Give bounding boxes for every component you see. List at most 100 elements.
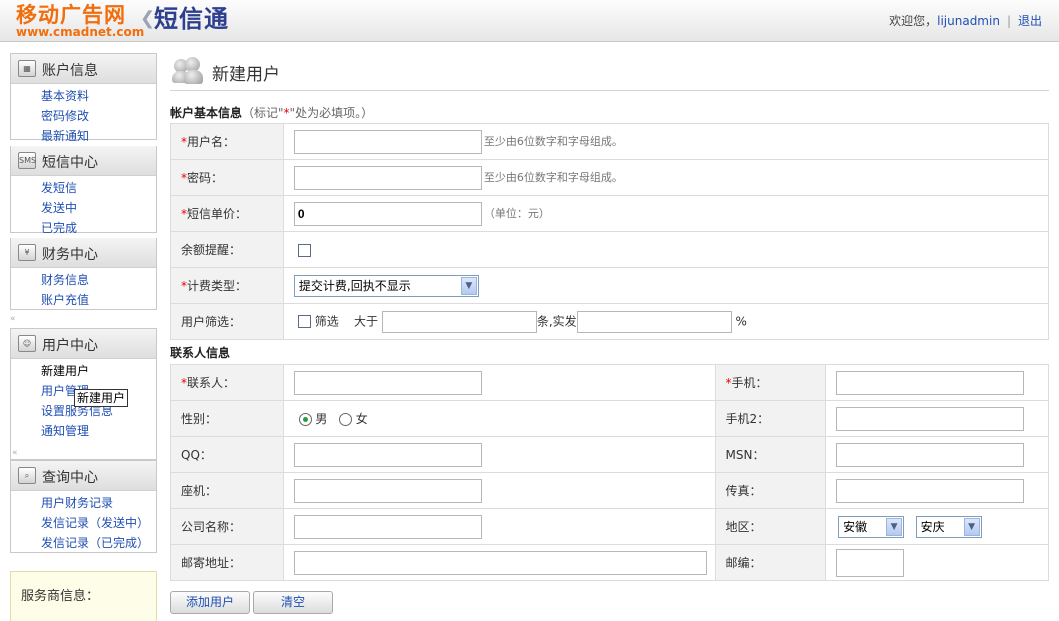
chevron-left-icon: ❮ [140,8,156,29]
password-hint: 至少由6位数字和字母组成。 [483,171,623,184]
page-header: 新建用户 [170,53,1049,91]
sidebar-item-new-user[interactable]: 新建用户 [41,361,156,381]
contact-form-table: *联系人： *手机： 性别： 男 女 手机2： QQ： MSN： 座机： 传真：… [170,364,1049,581]
balance-alert-checkbox[interactable] [297,243,311,257]
sidebar-section-title: 短信中心 [42,155,98,171]
sidebar-section-header[interactable]: ☺ 用户中心 [11,329,156,359]
sidebar-item-latest-notice[interactable]: 最新通知 [41,126,156,146]
unit-price-label: 短信单价： [187,207,248,221]
page-title: 新建用户 [212,65,280,85]
logout-link[interactable]: 退出 [1018,14,1042,28]
tooltip: 新建用户 [74,389,129,407]
postcode-input[interactable] [836,548,905,577]
qq-input[interactable] [293,442,482,467]
company-input[interactable] [293,514,482,539]
province-select[interactable]: 安徽 ▼ [838,515,905,538]
separator: | [1006,14,1011,28]
unit-price-hint: （单位：元） [483,207,550,220]
site-logo-url: www.cmadnet.com [16,25,145,39]
site-logo-text: 移动广告网 [16,3,126,27]
sidebar-section-header[interactable]: ⌕ 查询中心 [11,461,156,491]
sidebar-section-title: 用户中心 [42,338,98,354]
contact-person-input[interactable] [293,370,482,395]
greater-than-label: 大于 [353,314,378,328]
qq-label: QQ： [170,436,284,473]
account-form-table: *用户名： 至少由6位数字和字母组成。 *密码： 至少由6位数字和字母组成。 *… [170,123,1050,340]
gender-label: 性别： [170,400,284,437]
username-input[interactable] [293,129,482,154]
password-input[interactable] [293,165,482,190]
sidebar-item-basic-info[interactable]: 基本资料 [41,86,156,106]
note-suffix: "处为必填项。） [289,106,374,120]
gender-male-radio[interactable] [298,413,312,426]
sidebar-section-header[interactable]: ¥ 财务中心 [11,238,156,268]
user-filter-label: 用户筛选： [170,303,284,340]
landline-label: 座机： [170,472,284,509]
mobile2-input[interactable] [836,406,1025,431]
filter-checkbox[interactable] [297,315,311,328]
username-link[interactable]: lijunadmin [937,14,1000,28]
sidebar-item-sending-records[interactable]: 发信记录（发送中） [41,513,156,533]
count-unit-label: 条,实发 [536,314,577,328]
add-user-button[interactable]: 添加用户 [170,591,250,614]
sidebar-item-recharge[interactable]: 账户充值 [41,290,156,310]
users-icon [172,55,204,85]
sidebar-section-header[interactable]: SMS 短信中心 [11,146,156,176]
filter-percent-input[interactable] [576,310,732,333]
clear-button[interactable]: 清空 [253,591,333,614]
address-label: 邮寄地址： [170,544,284,581]
sidebar-item-completed[interactable]: 已完成 [41,218,156,238]
section-title-contact: 联系人信息 [170,346,231,360]
magnifier-icon: ⌕ [18,467,36,484]
user-bar: 欢迎您，lijunadmin | 退出 [889,12,1042,29]
address-input[interactable] [293,550,707,575]
postcode-label: 邮编： [714,544,827,581]
company-label: 公司名称： [170,508,284,545]
contact-person-label: 联系人： [187,376,236,390]
gender-female-radio[interactable] [338,413,352,426]
password-label: 密码： [187,171,224,185]
percent-label: % [735,314,747,328]
chevron-down-icon: ▼ [460,276,477,295]
collapse-grip[interactable]: « [10,314,157,324]
chevron-down-icon: ▼ [963,517,980,536]
sidebar-section-title: 账户信息 [42,63,98,79]
billing-type-selected: 提交计费,回执不显示 [298,278,411,293]
note-prefix: （标记" [242,106,284,120]
sidebar-item-send-sms[interactable]: 发短信 [41,178,156,198]
gender-female-label: 女 [355,412,368,426]
sidebar-item-finance-records[interactable]: 用户财务记录 [41,493,156,513]
fax-label: 传真： [714,472,827,509]
sidebar-section-query: ⌕ 查询中心 用户财务记录 发信记录（发送中） 发信记录（已完成） [10,460,157,553]
city-select[interactable]: 安庆 ▼ [915,515,982,538]
provider-info-box: 服务商信息： [10,571,157,621]
fax-input[interactable] [836,478,1025,503]
sidebar-section-title: 查询中心 [42,470,98,486]
sidebar-section-account: ▦ 账户信息 基本资料 密码修改 最新通知 [10,53,157,143]
username-label: 用户名： [187,135,236,149]
filter-checkbox-label: 筛选 [314,314,339,328]
balance-alert-label: 余额提醒： [170,231,284,268]
sidebar-item-notice-management[interactable]: 通知管理 [41,421,156,441]
users-icon: ☺ [18,335,36,352]
billing-type-select[interactable]: 提交计费,回执不显示 ▼ [293,274,479,297]
collapse-grip[interactable]: « [12,448,159,458]
landline-input[interactable] [293,478,482,503]
unit-price-input[interactable] [293,201,482,226]
sidebar-item-change-password[interactable]: 密码修改 [41,106,156,126]
msn-label: MSN： [714,436,827,473]
mobile-label: 手机： [731,376,768,390]
calendar-icon: ▦ [18,60,36,77]
mobile-input[interactable] [836,370,1025,395]
sidebar-item-sending[interactable]: 发送中 [41,198,156,218]
sidebar-item-finance-info[interactable]: 财务信息 [41,270,156,290]
sidebar-item-completed-records[interactable]: 发信记录（已完成） [41,533,156,553]
required-note: （标记"*"处为必填项。） [242,106,373,120]
sms-icon: SMS [18,152,36,169]
sidebar-section-finance: ¥ 财务中心 财务信息 账户充值 [10,238,157,310]
chevron-down-icon: ▼ [886,517,903,536]
sidebar-section-header[interactable]: ▦ 账户信息 [11,54,156,84]
gender-male-label: 男 [315,412,328,426]
msn-input[interactable] [836,442,1025,467]
filter-count-input[interactable] [381,310,537,333]
